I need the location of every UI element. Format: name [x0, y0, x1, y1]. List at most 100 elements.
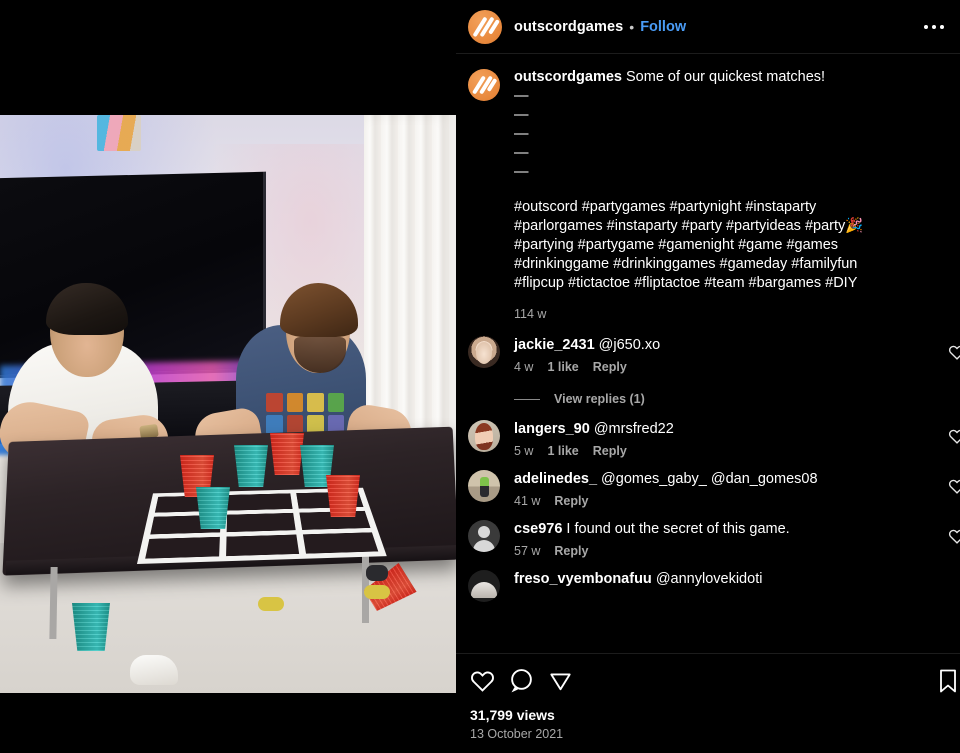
wall-art-icon	[97, 115, 141, 151]
comment-body: adelinedes_ @gomes_gaby_ @dan_gomes08 41…	[514, 470, 946, 508]
commenter-avatar-adelinedes[interactable]	[468, 470, 500, 502]
action-icons-row	[470, 668, 956, 693]
comment-reply-button[interactable]: Reply	[593, 444, 627, 458]
comment-time: 57 w	[514, 544, 541, 558]
comment-line: freso_vyembonafuu @annylovekidoti	[514, 570, 946, 589]
post-video-frame[interactable]	[0, 115, 456, 693]
caption-dash: —	[514, 107, 529, 123]
comment-text: @mrsfred22	[593, 421, 674, 437]
caption-timestamp: 114 w	[514, 307, 547, 321]
cup-red	[270, 433, 304, 475]
comment-username[interactable]: jackie_2431	[514, 337, 595, 353]
outscord-logo-icon[interactable]	[468, 9, 502, 44]
comment-text: @annylovekidoti	[655, 571, 763, 587]
caption-body: Some of our quickest matches!	[626, 69, 826, 85]
comment-item: cse976 I found out the secret of this ga…	[456, 508, 960, 558]
heart-icon[interactable]	[948, 344, 960, 365]
comment-likes[interactable]: 1 like	[547, 444, 578, 458]
comment-meta: 41 w Reply	[514, 494, 946, 508]
comment-body: langers_90 @mrsfred22 5 w 1 like Reply	[514, 420, 946, 458]
post-caption: outscordgames Some of our quickest match…	[456, 54, 960, 324]
comment-username[interactable]: freso_vyembonafuu	[514, 571, 652, 587]
comment-time: 5 w	[514, 444, 534, 458]
hashtag-line[interactable]: #parlorgames #instaparty #party #partyid…	[514, 217, 863, 236]
television	[0, 171, 266, 379]
comment-username[interactable]: adelinedes_	[514, 471, 597, 487]
comment-text: I found out the secret of this game.	[566, 521, 790, 537]
follow-button[interactable]: Follow	[640, 19, 686, 35]
caption-hashtags: #outscord #partygames #partynight #insta…	[514, 198, 863, 293]
cup-red	[326, 475, 360, 517]
hashtag-line[interactable]: #partying #partygame #gamenight #game #g…	[514, 236, 863, 255]
header-separator: •	[629, 18, 635, 35]
heart-icon[interactable]	[948, 428, 960, 449]
comment-meta: 5 w 1 like Reply	[514, 444, 946, 458]
cup-teal-loose	[72, 603, 110, 651]
board-cell	[227, 493, 293, 511]
comment-text: @gomes_gaby_ @dan_gomes08	[601, 471, 818, 487]
board-cell	[226, 534, 300, 557]
shoe-yellow-1	[258, 597, 284, 611]
instagram-post-view: outscordgames • Follow outscordgames Som…	[0, 0, 960, 753]
more-options-icon[interactable]	[922, 17, 946, 37]
comment-line: langers_90 @mrsfred22	[514, 420, 946, 439]
commenter-avatar-freso[interactable]	[468, 570, 500, 602]
header-username[interactable]: outscordgames	[514, 19, 623, 35]
shoe-dark	[366, 565, 388, 581]
table-leg-left	[49, 567, 58, 639]
comment-likes[interactable]: 1 like	[547, 360, 578, 374]
heart-icon[interactable]	[470, 669, 495, 692]
comment-username[interactable]: cse976	[514, 521, 562, 537]
post-header: outscordgames • Follow	[456, 0, 960, 54]
comment-text: @j650.xo	[598, 337, 661, 353]
hashtag-line[interactable]: #drinkinggame #drinkinggames #gameday #f…	[514, 255, 863, 274]
caption-dash: —	[514, 126, 529, 142]
comment-time: 41 w	[514, 494, 541, 508]
caption-dash: —	[514, 145, 529, 161]
caption-author-avatar-icon[interactable]	[468, 69, 500, 101]
view-replies-button[interactable]: View replies (1)	[514, 392, 960, 406]
view-count: 31,799 views	[470, 707, 555, 723]
caption-text: outscordgames Some of our quickest match…	[514, 68, 863, 324]
comment-username[interactable]: langers_90	[514, 421, 590, 437]
view-replies-label[interactable]: View replies (1)	[554, 392, 645, 406]
comment-time: 4 w	[514, 360, 534, 374]
comment-reply-button[interactable]: Reply	[554, 494, 588, 508]
commenter-avatar-langers[interactable]	[468, 420, 500, 452]
shoe-yellow-2	[364, 585, 390, 599]
bookmark-icon[interactable]	[936, 668, 960, 694]
heart-icon[interactable]	[948, 528, 960, 549]
comment-line: cse976 I found out the secret of this ga…	[514, 520, 946, 539]
post-action-bar: 31,799 views 13 October 2021	[456, 653, 960, 753]
heart-icon[interactable]	[948, 478, 960, 499]
comment-body: jackie_2431 @j650.xo 4 w 1 like Reply	[514, 336, 946, 374]
comment-line: jackie_2431 @j650.xo	[514, 336, 946, 355]
share-paper-plane-icon[interactable]	[548, 668, 573, 693]
cup-teal	[234, 445, 268, 487]
caption-dash: —	[514, 164, 529, 180]
hashtag-line[interactable]: #flipcup #tictactoe #fliptactoe #team #b…	[514, 274, 863, 293]
comment-bubble-icon[interactable]	[509, 668, 534, 693]
post-date: 13 October 2021	[470, 727, 564, 741]
comments-scroll-area[interactable]: outscordgames Some of our quickest match…	[456, 54, 960, 653]
caption-dash: —	[514, 88, 529, 104]
comment-reply-button[interactable]: Reply	[593, 360, 627, 374]
comment-line: adelinedes_ @gomes_gaby_ @dan_gomes08	[514, 470, 946, 489]
view-replies-line	[514, 398, 540, 400]
cup-teal	[196, 487, 230, 529]
hashtag-line[interactable]: #outscord #partygames #partynight #insta…	[514, 198, 863, 217]
comment-reply-button[interactable]: Reply	[554, 544, 588, 558]
comment-item: freso_vyembonafuu @annylovekidoti	[456, 558, 960, 602]
caption-username[interactable]: outscordgames	[514, 69, 622, 85]
board-cell	[302, 532, 379, 554]
board-cell	[145, 536, 220, 559]
post-media-panel[interactable]	[0, 0, 456, 753]
post-sidebar: outscordgames • Follow outscordgames Som…	[456, 0, 960, 753]
comment-body: cse976 I found out the secret of this ga…	[514, 520, 946, 558]
commenter-avatar-jackie[interactable]	[468, 336, 500, 368]
board-cell	[226, 512, 296, 533]
comment-meta: 4 w 1 like Reply	[514, 360, 946, 374]
comment-item: langers_90 @mrsfred22 5 w 1 like Reply	[456, 408, 960, 458]
room-background	[0, 115, 456, 693]
commenter-avatar-cse976[interactable]	[468, 520, 500, 552]
